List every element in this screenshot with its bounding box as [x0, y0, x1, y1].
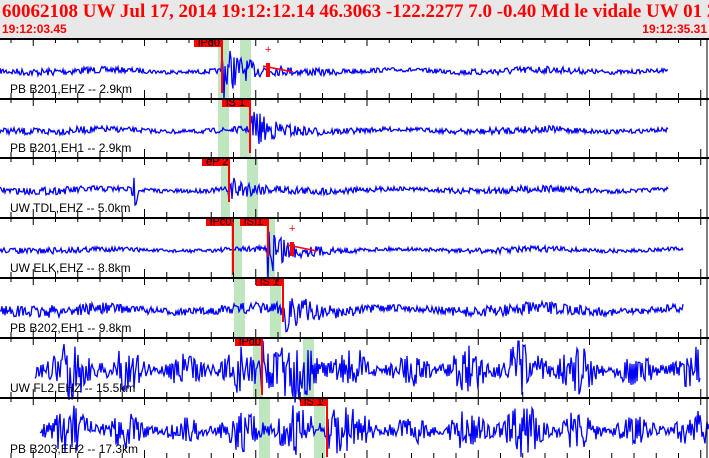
pick-window — [247, 157, 258, 217]
trace-row[interactable]: iPd0+PB B201,EHZ -- 2.9km — [0, 38, 709, 100]
event-header: 60062108 UW Jul 17, 2014 19:12:12.14 46.… — [0, 0, 709, 38]
waveform — [39, 405, 709, 457]
trace-row[interactable]: iS 1PB B203,EH2 -- 17.3km — [0, 396, 709, 458]
amp-plus-icon: + — [265, 44, 271, 56]
station-label: PB B201,EH1 -- 2.9km — [10, 141, 131, 155]
trace-row[interactable]: eP 2UW TDL,EHZ -- 5.0km — [0, 156, 709, 217]
waveform — [0, 111, 669, 144]
station-label: PB B201,EHZ -- 2.9km — [10, 82, 132, 96]
station-label: PB B202,EH1 -- 9.8km — [10, 321, 131, 335]
trace-row[interactable]: iPd0UW FL2,EHZ -- 15.5km — [0, 336, 709, 403]
seismogram-panel[interactable]: iPd0+PB B201,EHZ -- 2.9kmiS 1PB B201,EH1… — [0, 38, 709, 458]
end-time: 19:12:35.31 — [642, 22, 707, 36]
station-label: PB B203,EH2 -- 17.3km — [10, 442, 138, 456]
station-label: UW FL2,EHZ -- 15.5km — [10, 381, 135, 395]
station-label: UW ELK,EHZ -- 8.8km — [10, 261, 131, 275]
event-title: 60062108 UW Jul 17, 2014 19:12:12.14 46.… — [2, 1, 709, 22]
station-label: UW TDL,EHZ -- 5.0km — [10, 201, 130, 215]
trace-row[interactable]: iS 1PB B201,EH1 -- 2.9km — [0, 97, 709, 157]
trace-row[interactable]: iS 1PB B202,EH1 -- 9.8km — [0, 276, 709, 337]
trace-row[interactable]: iPc0 iS 1+UW ELK,EHZ -- 8.8km — [0, 216, 709, 283]
start-time: 19:12:03.45 — [2, 22, 67, 36]
amp-plus-icon: + — [289, 223, 295, 235]
